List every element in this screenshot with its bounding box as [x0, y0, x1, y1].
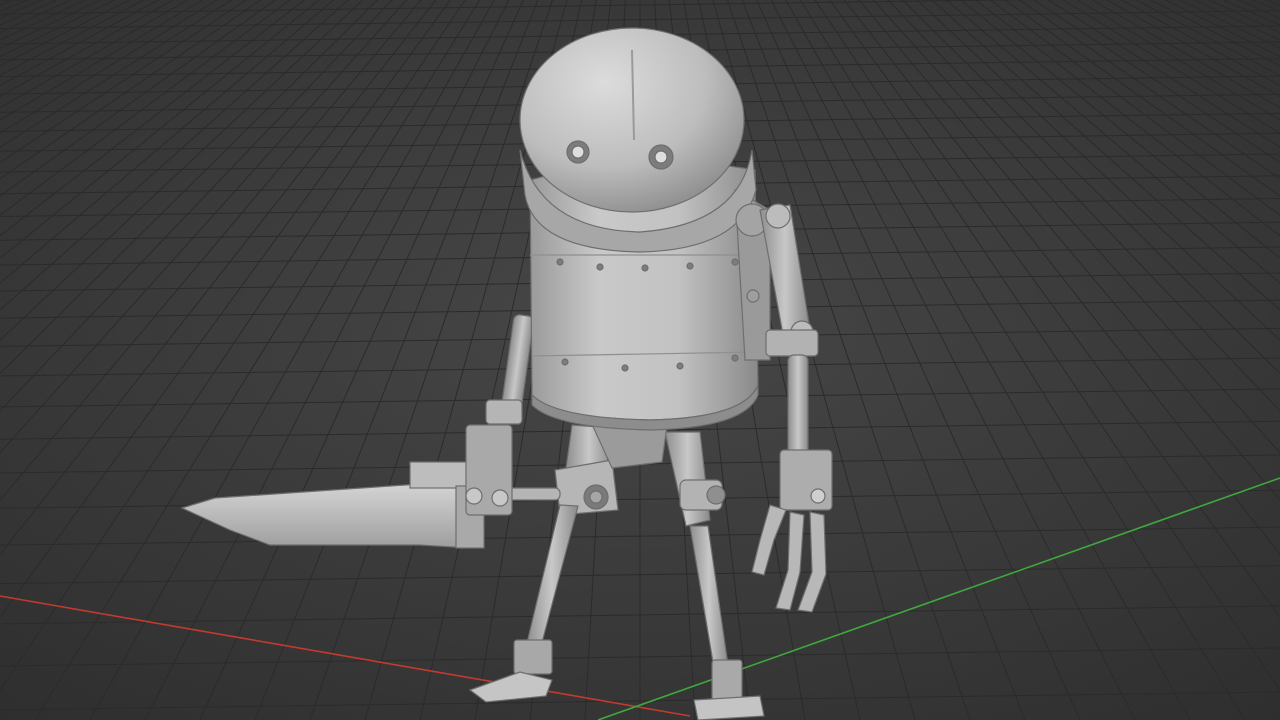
- right-hand: [779, 449, 833, 511]
- sword-guard: [409, 461, 473, 489]
- right-foot: [693, 695, 765, 720]
- 3d-viewport[interactable]: [0, 0, 1280, 720]
- viewport-canvas[interactable]: [0, 0, 1280, 720]
